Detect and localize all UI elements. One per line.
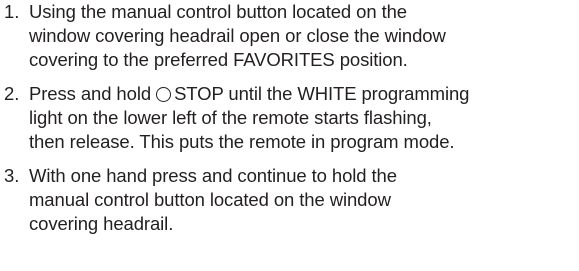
step-2: 2. Press and hold STOP until the WHITE p…	[0, 82, 579, 154]
step-text-fragment: STOP until the WHITE programming	[174, 83, 470, 104]
step-text-line: With one hand press and continue to hold…	[29, 165, 397, 186]
step-number: 2.	[4, 83, 20, 104]
step-text-line: manual control button located on the win…	[29, 189, 391, 210]
step-text-line: window covering headrail open or close t…	[29, 25, 446, 46]
step-1: 1. Using the manual control button locat…	[0, 0, 579, 72]
step-3: 3. With one hand press and continue to h…	[0, 164, 579, 236]
step-text-line: then release. This puts the remote in pr…	[29, 131, 455, 152]
instruction-list: 1. Using the manual control button locat…	[0, 0, 579, 236]
step-number: 1.	[4, 1, 20, 22]
step-number: 3.	[4, 165, 20, 186]
step-text-line: covering to the preferred FAVORITES posi…	[29, 49, 408, 70]
step-text-line: covering headrail.	[29, 213, 174, 234]
step-text-line: Using the manual control button located …	[29, 1, 407, 22]
step-text-line: Press and hold STOP until the WHITE prog…	[29, 82, 579, 106]
step-text-line: light on the lower left of the remote st…	[29, 107, 432, 128]
step-text-fragment: Press and hold	[29, 83, 152, 104]
circle-stop-icon	[156, 87, 172, 102]
